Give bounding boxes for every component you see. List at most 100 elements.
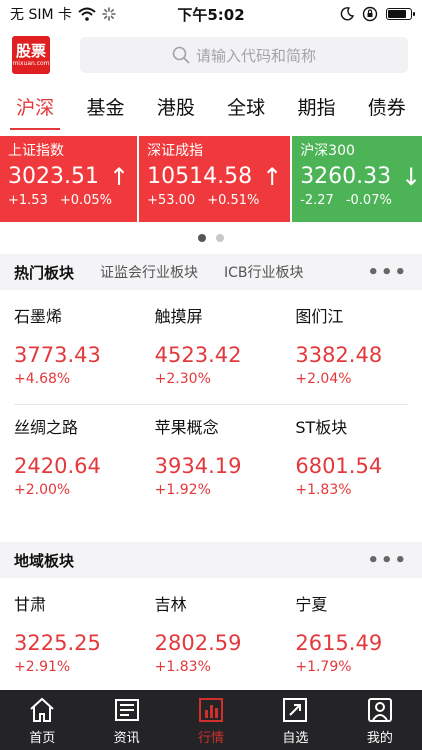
sector-change: +1.83% (154, 659, 211, 675)
index-value: 10514.58 (147, 164, 253, 189)
page-dot (216, 234, 224, 242)
sector-item[interactable]: 吉林 2802.59 +1.83% (141, 582, 282, 692)
nav-label: 首页 (29, 730, 56, 746)
logo-text: 股票 (15, 41, 46, 60)
logo-subtext: mixuan.com (12, 59, 50, 67)
sector-name: 图们江 (295, 307, 344, 326)
tab-fund[interactable]: 基金 (70, 84, 140, 132)
sector-item[interactable]: 石墨烯 3773.43 +4.68% (0, 294, 141, 404)
page-dot-active (198, 234, 206, 242)
arrow-down-icon: ↓ (401, 163, 422, 191)
nav-home[interactable]: 首页 (0, 690, 84, 750)
section-title[interactable]: 地域板块 (14, 550, 74, 571)
sector-value: 2615.49 (295, 631, 383, 655)
more-icon[interactable]: ••• (367, 262, 408, 283)
battery-icon (386, 8, 415, 20)
sector-item[interactable]: 甘肃 3225.25 +2.91% (0, 582, 141, 692)
sector-change: +4.68% (14, 371, 71, 387)
status-left: 无 SIM 卡 (10, 4, 116, 24)
tab-hk-stock[interactable]: 港股 (141, 84, 211, 132)
nav-watchlist[interactable]: 自选 (253, 690, 337, 750)
index-card-shenzhen[interactable]: 深证成指 10514.58 ↑ +53.00 +0.51% (139, 136, 291, 222)
sector-change: +1.92% (154, 482, 211, 498)
nav-label: 资讯 (113, 730, 140, 746)
sector-name: 吉林 (154, 595, 187, 614)
sector-name: 石墨烯 (14, 307, 63, 326)
index-name: 上证指数 (8, 143, 64, 159)
tab-bonds[interactable]: 债券 (352, 84, 422, 132)
sector-change: +1.83% (295, 482, 352, 498)
nav-market[interactable]: 行情 (169, 690, 253, 750)
status-right (340, 6, 415, 22)
arrow-up-icon: ↑ (262, 163, 283, 191)
index-percent: +0.51% (207, 193, 260, 208)
sector-name: 触摸屏 (154, 307, 203, 326)
profile-icon (365, 695, 395, 725)
sector-value: 3773.43 (14, 343, 101, 367)
sector-name: 苹果概念 (154, 418, 219, 437)
sector-value: 2420.64 (14, 454, 101, 478)
index-card-shanghai[interactable]: 上证指数 3023.51 ↑ +1.53 +0.05% (0, 136, 138, 222)
tab-global[interactable]: 全球 (211, 84, 281, 132)
index-percent: -0.07% (345, 193, 392, 208)
home-icon (27, 695, 57, 725)
sector-change: +2.00% (14, 482, 71, 498)
bottom-nav: 首页 资讯 行情 自选 我的 (0, 690, 422, 750)
header: 股票 mixuan.com 请输入代码和简称 (0, 28, 422, 82)
sector-value: 3934.19 (154, 454, 242, 478)
index-change: +53.00 (147, 193, 196, 208)
carrier-label: 无 SIM 卡 (10, 7, 72, 23)
more-icon[interactable]: ••• (367, 550, 408, 571)
sector-item[interactable]: 丝绸之路 2420.64 +2.00% (0, 405, 141, 515)
moon-icon (340, 7, 354, 21)
wifi-icon (78, 7, 96, 21)
sector-item[interactable]: 图们江 3382.48 +2.04% (281, 294, 422, 404)
search-input[interactable]: 请输入代码和简称 (80, 37, 408, 73)
search-icon (172, 46, 190, 64)
sector-item[interactable]: ST板块 6801.54 +1.83% (281, 405, 422, 515)
watchlist-icon (280, 695, 310, 725)
page-indicator[interactable] (0, 234, 422, 242)
loading-spinner-icon (102, 7, 116, 21)
sector-item[interactable]: 宁夏 2615.49 +1.79% (281, 582, 422, 692)
index-percent: +0.05% (59, 193, 113, 208)
nav-label: 我的 (366, 730, 393, 746)
nav-profile[interactable]: 我的 (338, 690, 422, 750)
index-card-hs300[interactable]: 沪深300 3260.33 ↓ -2.27 -0.07% (292, 136, 422, 222)
tab-csrc-industry[interactable]: 证监会行业板块 (100, 262, 198, 282)
sector-change: +2.04% (295, 371, 352, 387)
region-sectors-header: 地域板块 ••• (0, 542, 422, 578)
section-title[interactable]: 热门板块 (14, 262, 74, 283)
sector-name: ST板块 (295, 418, 348, 437)
nav-news[interactable]: 资讯 (84, 690, 168, 750)
nav-label: 自选 (282, 730, 309, 746)
index-value: 3260.33 (300, 164, 392, 189)
sector-value: 6801.54 (295, 454, 383, 478)
nav-label: 行情 (198, 730, 225, 746)
sector-value: 2802.59 (154, 631, 242, 655)
index-name: 深证成指 (147, 143, 204, 159)
tab-hushen[interactable]: 沪深 (0, 84, 70, 132)
hot-sectors-grid: 石墨烯 3773.43 +4.68% 触摸屏 4523.42 +2.30% 图们… (0, 294, 422, 515)
sector-value: 3225.25 (14, 631, 101, 655)
sector-name: 丝绸之路 (14, 418, 79, 437)
sector-value: 4523.42 (154, 343, 242, 367)
index-cards: 上证指数 3023.51 ↑ +1.53 +0.05% 深证成指 10514.5… (0, 136, 422, 222)
sector-value: 3382.48 (295, 343, 383, 367)
search-placeholder: 请输入代码和简称 (195, 46, 316, 65)
news-icon (112, 695, 142, 725)
sector-change: +2.30% (154, 371, 211, 387)
sector-name: 甘肃 (14, 595, 47, 614)
status-bar: 无 SIM 卡 下午5:02 (0, 0, 422, 28)
tab-icb-industry[interactable]: ICB行业板块 (224, 262, 304, 282)
tab-futures-index[interactable]: 期指 (281, 84, 351, 132)
index-value: 3023.51 (8, 164, 99, 189)
sector-item[interactable]: 触摸屏 4523.42 +2.30% (141, 294, 282, 404)
region-sectors-grid: 甘肃 3225.25 +2.91% 吉林 2802.59 +1.83% 宁夏 2… (0, 582, 422, 692)
app-logo[interactable]: 股票 mixuan.com (12, 36, 50, 74)
sector-item[interactable]: 苹果概念 3934.19 +1.92% (141, 405, 282, 515)
index-name: 沪深300 (300, 143, 355, 159)
sector-change: +2.91% (14, 659, 71, 675)
hot-sectors-header: 热门板块 证监会行业板块 ICB行业板块 ••• (0, 254, 422, 290)
market-icon (196, 695, 226, 725)
